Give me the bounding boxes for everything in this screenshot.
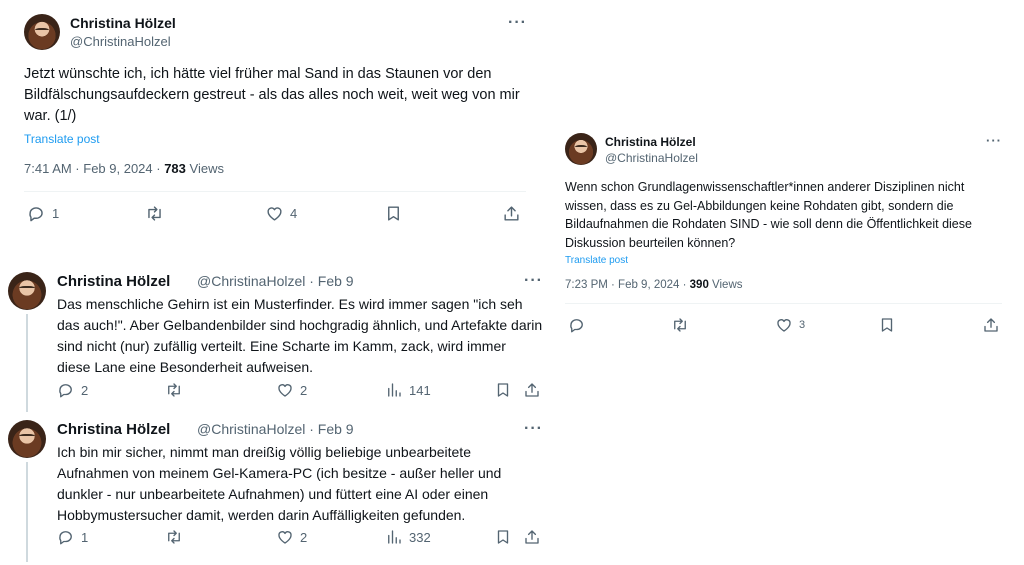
divider (565, 303, 1002, 304)
like-icon (267, 207, 282, 221)
reply-count: 1 (81, 529, 89, 545)
like-icon (278, 531, 292, 544)
reply-icon (570, 319, 583, 333)
share-button[interactable] (523, 381, 541, 399)
like-button[interactable]: 2 (276, 528, 307, 546)
views-label: Views (185, 161, 224, 176)
like-count: 2 (300, 529, 308, 545)
author-handle[interactable]: @ChristinaHolzel (70, 34, 171, 49)
like-count: 4 (290, 206, 298, 221)
bookmark-icon (388, 206, 399, 221)
reply-icon (29, 207, 43, 222)
reply-count: 2 (81, 382, 89, 398)
more-icon[interactable]: ··· (524, 420, 543, 438)
avatar[interactable] (8, 420, 46, 458)
reply-icon (59, 384, 72, 398)
reply-icon (59, 531, 72, 545)
bookmark-button[interactable] (878, 316, 896, 334)
like-icon (278, 384, 292, 397)
views-label: Views (708, 279, 743, 291)
tweet-text: Wenn schon Grundlagenwissenschaftler*inn… (565, 180, 972, 250)
bookmark-button[interactable] (494, 381, 512, 399)
avatar[interactable] (565, 133, 597, 165)
views-icon (388, 383, 401, 397)
thread-connector (26, 314, 28, 412)
author-name[interactable]: Christina Hölzel (605, 135, 696, 149)
share-button[interactable] (982, 316, 1000, 334)
translate-link[interactable]: Translate post (24, 132, 100, 146)
divider (24, 191, 526, 192)
views-count: 783 (164, 161, 186, 176)
avatar[interactable] (24, 14, 60, 50)
like-count: 3 (799, 319, 806, 331)
translate-link[interactable]: Translate post (565, 255, 628, 266)
retweet-icon (168, 530, 180, 544)
share-button[interactable] (523, 528, 541, 546)
tweet-timestamp[interactable]: 7:23 PM · Feb 9, 2024 · 390 Views (565, 279, 743, 291)
author-handle-date[interactable]: @ChristinaHolzel · Feb 9 (197, 273, 354, 289)
like-button[interactable]: 3 (775, 316, 805, 334)
share-icon (504, 206, 519, 221)
retweet-button[interactable] (145, 204, 164, 223)
views-count: 141 (409, 382, 431, 398)
retweet-button[interactable] (165, 528, 183, 546)
time-text: 7:41 AM · Feb 9, 2024 · (24, 161, 165, 176)
author-name[interactable]: Christina Hölzel (57, 421, 170, 438)
bookmark-icon (497, 530, 509, 544)
more-icon[interactable]: ··· (508, 14, 527, 32)
reply-button[interactable]: 1 (27, 204, 59, 223)
tweet-timestamp[interactable]: 7:41 AM · Feb 9, 2024 · 783 Views (24, 161, 224, 176)
like-count: 2 (300, 382, 308, 398)
avatar[interactable] (8, 272, 46, 310)
like-button[interactable]: 4 (265, 204, 297, 223)
retweet-icon (168, 383, 180, 397)
tweet-text: Jetzt wünschte ich, ich hätte viel frühe… (24, 66, 520, 124)
time-text: 7:23 PM · Feb 9, 2024 · (565, 279, 690, 291)
tweet-text: Das menschliche Gehirn ist ein Musterfin… (57, 296, 543, 375)
more-icon[interactable]: ··· (524, 272, 543, 290)
share-icon (525, 530, 539, 544)
author-handle[interactable]: @ChristinaHolzel (605, 151, 698, 165)
author-name[interactable]: Christina Hölzel (57, 273, 170, 290)
bookmark-icon (881, 318, 893, 332)
bookmark-icon (497, 383, 509, 397)
views-count: 332 (409, 529, 431, 545)
tweet-text: Ich bin mir sicher, nimmt man dreißig vö… (57, 444, 502, 523)
views-icon (388, 530, 401, 544)
retweet-button[interactable] (671, 316, 689, 334)
thread-connector (26, 462, 28, 562)
views-button[interactable]: 141 (385, 381, 431, 399)
author-name[interactable]: Christina Hölzel (70, 15, 176, 31)
bookmark-button[interactable] (384, 204, 403, 223)
views-button[interactable]: 332 (385, 528, 431, 546)
bookmark-button[interactable] (494, 528, 512, 546)
share-icon (984, 318, 998, 332)
views-count: 390 (689, 279, 709, 291)
reply-button[interactable]: 2 (57, 381, 88, 399)
like-button[interactable]: 2 (276, 381, 307, 399)
share-icon (525, 383, 539, 397)
retweet-icon (148, 206, 161, 221)
reply-count: 1 (52, 206, 60, 221)
like-icon (777, 319, 791, 332)
reply-button[interactable]: 1 (57, 528, 88, 546)
more-icon[interactable]: ··· (986, 133, 1002, 148)
author-handle-date[interactable]: @ChristinaHolzel · Feb 9 (197, 421, 354, 437)
share-button[interactable] (502, 204, 521, 223)
retweet-icon (674, 318, 686, 332)
retweet-button[interactable] (165, 381, 183, 399)
reply-button[interactable] (568, 316, 586, 334)
